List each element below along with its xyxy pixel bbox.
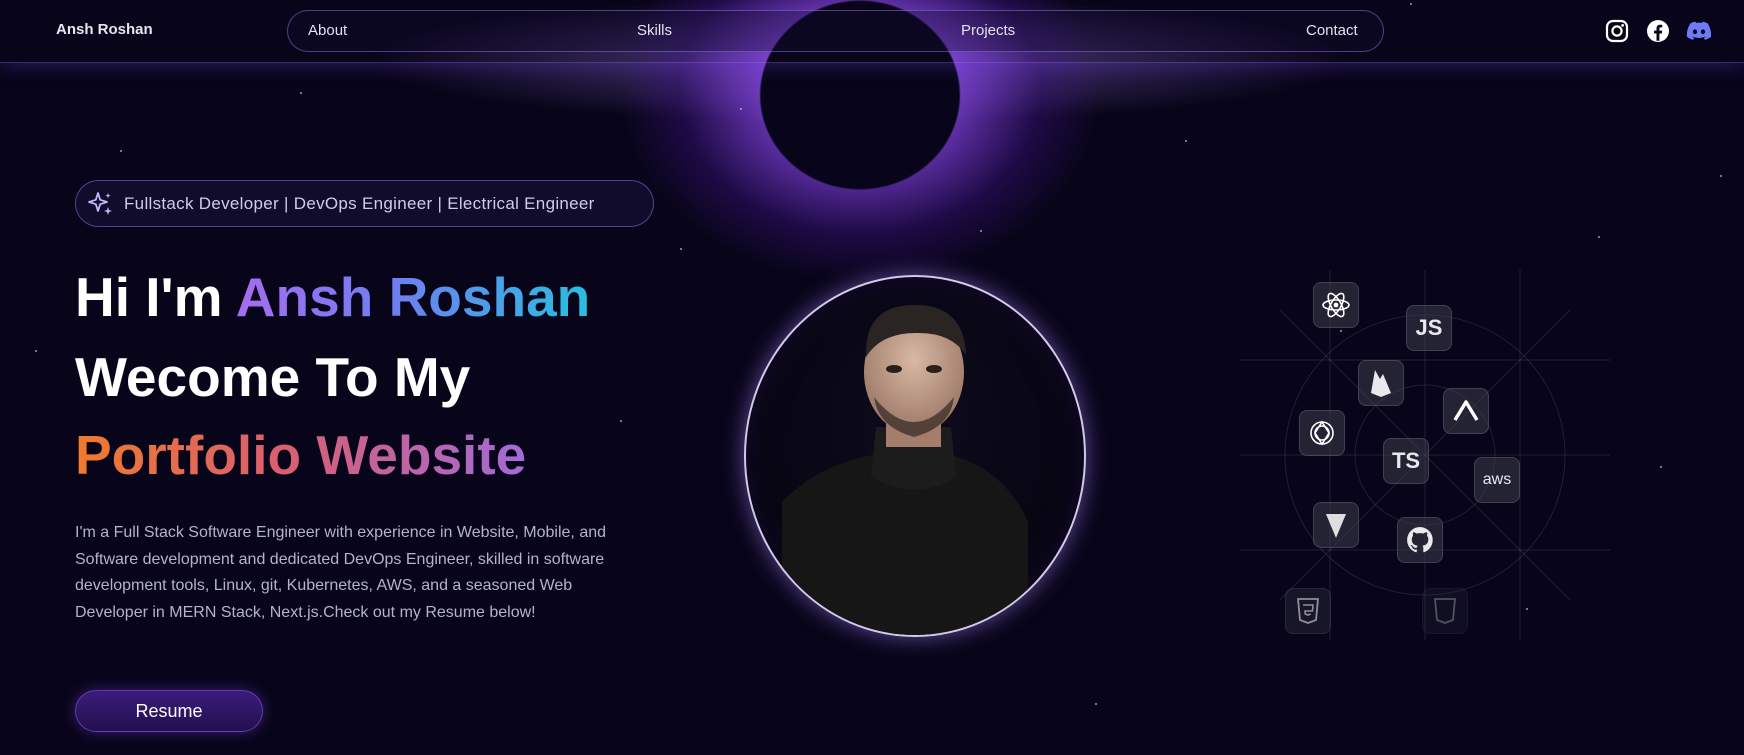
nav-pill: About Skills Projects Contact [287,10,1384,52]
top-navbar: Ansh Roshan About Skills Projects Contac… [0,0,1744,63]
facebook-icon[interactable] [1645,18,1671,44]
tech-stack-orbit: JS TS aws [1240,270,1610,640]
profile-avatar [744,275,1086,637]
roles-badge: Fullstack Developer | DevOps Engineer | … [75,180,654,227]
sparkles-icon [86,189,116,219]
nav-about[interactable]: About [308,22,347,39]
headline-greeting: Hi I'm [75,266,236,328]
github-icon [1397,517,1443,563]
css3-icon [1422,588,1468,634]
headline-line3: Portfolio Website [75,424,527,486]
headline-line1: Hi I'm Ansh Roshan [75,270,590,325]
firebase-icon [1358,360,1404,406]
vite-icon [1313,502,1359,548]
nav-skills[interactable]: Skills [637,22,672,39]
headline-name: Ansh Roshan [235,266,591,328]
profile-portrait [782,304,1028,635]
openai-icon [1299,410,1345,456]
html5-icon [1285,588,1331,634]
javascript-icon: JS [1406,305,1452,351]
social-links [1604,18,1712,44]
discord-icon[interactable] [1686,18,1712,44]
react-icon [1313,282,1359,328]
nextjs-icon [1443,388,1489,434]
typescript-icon: TS [1383,438,1429,484]
resume-button[interactable]: Resume [75,690,263,732]
nav-contact[interactable]: Contact [1306,22,1358,39]
roles-text: Fullstack Developer | DevOps Engineer | … [124,193,595,213]
headline-line2: Wecome To My [75,346,471,408]
instagram-icon[interactable] [1604,18,1630,44]
nav-projects[interactable]: Projects [961,22,1015,39]
brand-name[interactable]: Ansh Roshan [56,21,153,38]
intro-paragraph: I'm a Full Stack Software Engineer with … [75,524,607,621]
portfolio-page: Ansh Roshan About Skills Projects Contac… [0,0,1744,755]
aws-icon: aws [1474,457,1520,503]
